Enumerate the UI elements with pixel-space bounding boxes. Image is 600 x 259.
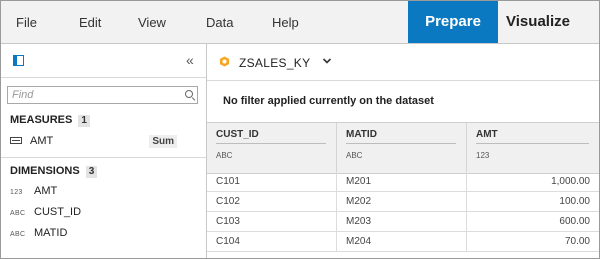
dimension-label: MATID	[34, 227, 68, 240]
cell-amt: 600.00	[559, 216, 590, 227]
search-box	[7, 86, 198, 104]
aggregation-badge[interactable]: Sum	[149, 135, 177, 148]
table-row[interactable]: C104 M204 70.00	[207, 232, 599, 252]
cell-amt: 1,000.00	[551, 176, 590, 187]
divider	[1, 77, 206, 78]
column-name: CUST_ID	[216, 129, 259, 140]
table-row[interactable]: C103 M203 600.00	[207, 212, 599, 232]
dataset-name[interactable]: ZSALES_KY	[239, 56, 310, 70]
column-header-amt[interactable]: AMT 123	[467, 123, 599, 173]
cell-cust-id: C102	[207, 192, 337, 212]
chevron-down-icon[interactable]	[322, 57, 332, 65]
column-header-matid[interactable]: MATID ABC	[337, 123, 467, 173]
measures-header: MEASURES 1	[10, 114, 90, 127]
table-row[interactable]: C102 M202 100.00	[207, 192, 599, 212]
measure-label: AMT	[30, 135, 54, 147]
dimensions-count: 3	[85, 166, 98, 178]
dataset-selector-bar: ZSALES_KY	[207, 44, 599, 81]
cell-cust-id: C103	[207, 212, 337, 232]
cell-matid: M203	[337, 212, 467, 232]
text-type-icon: ABC	[10, 231, 26, 238]
collapse-panel-icon[interactable]: «	[186, 52, 194, 68]
dimension-label: AMT	[34, 185, 58, 198]
dimension-label: CUST_ID	[34, 206, 82, 219]
measures-title: MEASURES	[10, 114, 73, 126]
cell-cust-id: C101	[207, 172, 337, 192]
table-row[interactable]: C101 M201 1,000.00	[207, 172, 599, 192]
cell-cust-id: C104	[207, 232, 337, 252]
cell-matid: M201	[337, 172, 467, 192]
menu-view[interactable]: View	[138, 15, 166, 30]
app-window: File Edit View Data Help Prepare Visuali…	[0, 0, 600, 259]
divider	[1, 157, 206, 158]
column-name: MATID	[346, 129, 377, 140]
cell-matid: M202	[337, 192, 467, 212]
dimension-item-matid[interactable]: ABC MATID	[10, 227, 195, 243]
measures-count: 1	[78, 115, 90, 127]
panel-toggle-icon[interactable]	[13, 55, 24, 66]
dimensions-header: DIMENSIONS 3	[10, 165, 98, 178]
menu-bar: File Edit View Data Help Prepare Visuali…	[1, 1, 599, 44]
numeric-type-icon: 123	[10, 189, 23, 196]
cell-matid: M204	[337, 232, 467, 252]
header-divider	[476, 143, 589, 144]
header-divider	[346, 143, 456, 144]
search-icon[interactable]	[185, 90, 193, 98]
header-divider	[216, 143, 326, 144]
dimension-item-amt[interactable]: 123 AMT	[10, 185, 195, 201]
column-type: 123	[476, 151, 490, 160]
menu-edit[interactable]: Edit	[79, 15, 101, 30]
column-type: ABC	[216, 151, 233, 160]
column-type: ABC	[346, 151, 363, 160]
column-name: AMT	[476, 129, 498, 140]
cell-amt: 70.00	[564, 236, 590, 247]
dataset-view: ZSALES_KY No filter applied currently on…	[207, 44, 599, 258]
measure-icon	[10, 136, 22, 144]
menu-data[interactable]: Data	[206, 15, 233, 30]
measure-item-amt[interactable]: AMT Sum	[10, 135, 195, 151]
grid-header: CUST_ID ABC MATID ABC AMT 123	[207, 122, 599, 174]
cell-amt: 100.00	[559, 196, 590, 207]
menu-file[interactable]: File	[16, 15, 37, 30]
text-type-icon: ABC	[10, 210, 26, 217]
menu-help[interactable]: Help	[272, 15, 299, 30]
column-header-cust-id[interactable]: CUST_ID ABC	[207, 123, 337, 173]
tab-visualize[interactable]: Visualize	[498, 1, 578, 43]
filter-status-text: No filter applied currently on the datas…	[223, 95, 434, 107]
tab-prepare[interactable]: Prepare	[408, 1, 498, 43]
dimension-item-cust-id[interactable]: ABC CUST_ID	[10, 206, 195, 222]
dataset-icon	[219, 56, 230, 67]
object-picker-panel: « MEASURES 1 AMT Sum DIMENSIONS 3 123 AMT A…	[1, 44, 207, 258]
dimensions-title: DIMENSIONS	[10, 165, 80, 177]
search-input[interactable]	[12, 88, 177, 102]
